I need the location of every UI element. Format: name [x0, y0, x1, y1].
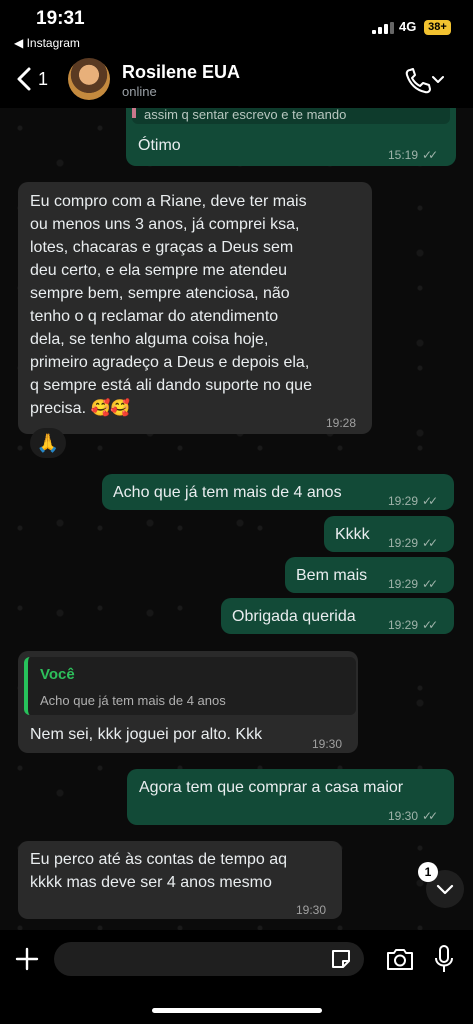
status-time: 19:31 — [36, 8, 85, 29]
outgoing-message[interactable]: Acho que já tem mais de 4 anos 19:29 ✓✓ — [102, 474, 454, 510]
quoted-preview[interactable]: assim q sentar escrevo e te mando — [132, 108, 450, 124]
read-ticks-icon: ✓✓ — [422, 494, 438, 508]
mic-icon[interactable] — [434, 944, 454, 974]
read-ticks-icon: ✓✓ — [422, 618, 438, 632]
back-to-app-link[interactable]: ◀ Instagram — [14, 36, 80, 50]
message-time: 15:19 — [388, 148, 419, 162]
message-text: Bem mais — [296, 567, 368, 584]
quoted-preview-text: assim q sentar escrevo e te mando — [144, 108, 347, 122]
message-time: 19:28 — [326, 416, 357, 430]
message-text: Nem sei, kkk joguei por alto. Kkk — [30, 726, 263, 743]
message-input[interactable] — [54, 942, 364, 976]
message-time: 19:29 — [388, 618, 419, 632]
message-text: Agora tem que comprar a casa maior — [139, 779, 404, 796]
status-bar: 19:31 ◀ Instagram 4G 38+ — [0, 0, 473, 52]
read-ticks-icon: ✓✓ — [422, 148, 438, 162]
quote-text: Acho que já tem mais de 4 anos — [40, 693, 226, 708]
incoming-message[interactable]: Você Acho que já tem mais de 4 anos Nem … — [18, 651, 358, 753]
message-text: Ótimo — [138, 137, 181, 154]
message-time: 19:30 — [388, 809, 419, 823]
outgoing-message[interactable]: Kkkk 19:29 ✓✓ — [324, 516, 454, 552]
message-text: Eu compro com a Riane, deve ter mais ou … — [30, 193, 312, 417]
signal-icon — [372, 22, 394, 34]
read-ticks-icon: ✓✓ — [422, 577, 438, 591]
outgoing-message[interactable]: Bem mais 19:29 ✓✓ — [285, 557, 454, 593]
message-time: 19:30 — [296, 903, 327, 917]
unread-count[interactable]: 1 — [38, 69, 48, 90]
outgoing-message[interactable]: Agora tem que comprar a casa maior 19:30… — [127, 769, 454, 825]
message-time: 19:30 — [312, 737, 343, 751]
reaction-badge[interactable]: 🙏 — [30, 428, 66, 458]
message-time: 19:29 — [388, 577, 419, 591]
read-ticks-icon: ✓✓ — [422, 536, 438, 550]
home-indicator[interactable] — [152, 1008, 322, 1013]
incoming-message[interactable]: Eu compro com a Riane, deve ter mais ou … — [18, 182, 372, 434]
outgoing-message[interactable]: Obrigada querida 19:29 ✓✓ — [221, 598, 454, 634]
quote-author: Você — [40, 666, 75, 683]
plus-icon[interactable] — [14, 946, 40, 972]
contact-name[interactable]: Rosilene EUA — [122, 62, 240, 83]
message-text: Eu perco até às contas de tempo aq kkkk … — [30, 851, 288, 891]
message-text: Obrigada querida — [232, 608, 356, 625]
camera-icon[interactable] — [385, 946, 415, 972]
network-type: 4G — [399, 19, 417, 34]
read-ticks-icon: ✓✓ — [422, 809, 438, 823]
avatar[interactable] — [68, 58, 110, 100]
chat-header: 1 Rosilene EUA online — [0, 52, 473, 108]
quote-bar — [132, 108, 136, 118]
sticker-icon[interactable] — [330, 948, 352, 970]
message-list[interactable]: assim q sentar escrevo e te mando Ótimo … — [0, 108, 473, 930]
composer-bar — [0, 930, 473, 1024]
battery-icon: 38+ — [424, 20, 451, 35]
incoming-message[interactable]: Eu perco até às contas de tempo aq kkkk … — [18, 841, 342, 919]
message-time: 19:29 — [388, 494, 419, 508]
quoted-message[interactable]: Você Acho que já tem mais de 4 anos — [24, 657, 356, 715]
back-chevron-icon[interactable] — [14, 66, 36, 92]
contact-status: online — [122, 84, 157, 99]
unread-badge: 1 — [418, 862, 438, 882]
message-time: 19:29 — [388, 536, 419, 550]
message-text: Kkkk — [335, 526, 370, 543]
phone-icon[interactable] — [404, 66, 444, 94]
message-text: Acho que já tem mais de 4 anos — [113, 484, 342, 501]
outgoing-message[interactable]: assim q sentar escrevo e te mando Ótimo … — [126, 108, 456, 166]
